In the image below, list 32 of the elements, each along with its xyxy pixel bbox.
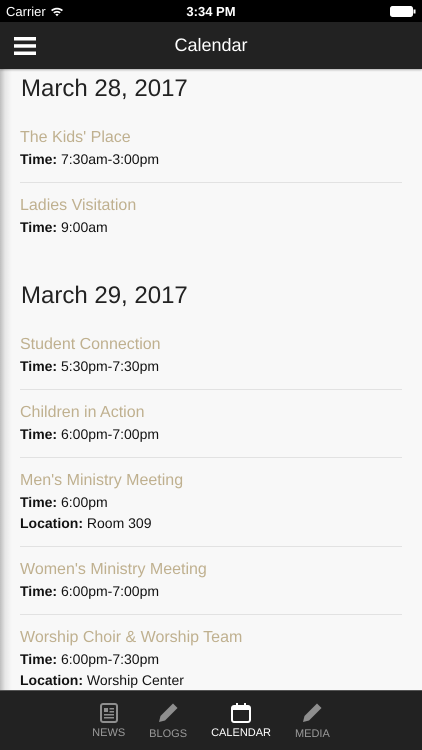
event-title[interactable]: Women's Ministry Meeting (20, 559, 207, 581)
event-detail: Time: 6:00pm (20, 493, 108, 512)
wifi-icon (50, 6, 64, 16)
event-detail: Time: 6:00pm-7:30pm (20, 650, 160, 669)
pencil-icon (157, 702, 180, 724)
date-heading: March 28, 2017 (21, 74, 188, 104)
event-detail: Time: 6:00pm-7:00pm (20, 582, 160, 601)
calendar-icon (231, 702, 252, 722)
tab[interactable]: CALENDAR (209, 691, 273, 750)
event-title[interactable]: Children in Action (20, 402, 145, 424)
page-title: Calendar (174, 35, 248, 55)
date-heading: March 29, 2017 (21, 281, 188, 311)
event-detail: Time: 6:00pm-7:00pm (20, 425, 160, 444)
event-title[interactable]: Men's Ministry Meeting (20, 470, 184, 492)
battery-icon (390, 6, 416, 16)
tab[interactable]: MEDIA (292, 691, 332, 750)
clock-time: 3:34 PM (186, 4, 236, 18)
tab[interactable]: NEWS (90, 691, 128, 750)
event-title[interactable]: The Kids' Place (20, 127, 131, 149)
menu-icon[interactable] (14, 36, 36, 54)
event-detail: Time: 5:30pm-7:30pm (20, 357, 160, 376)
event-detail: Time: 9:00am (20, 218, 108, 237)
event-detail: Location: Room 309 (20, 514, 152, 533)
event-detail: Time: 7:30am-3:00pm (20, 150, 160, 169)
carrier-label: Carrier (6, 4, 46, 18)
event-title[interactable]: Student Connection (20, 334, 161, 356)
newspaper-icon (100, 702, 118, 722)
event-detail: Location: Worship Center (20, 671, 184, 690)
tab[interactable]: BLOGS (147, 691, 190, 750)
event-title[interactable]: Worship Choir & Worship Team (20, 627, 242, 649)
pencil-icon (301, 702, 324, 724)
event-title[interactable]: Ladies Visitation (20, 195, 136, 217)
